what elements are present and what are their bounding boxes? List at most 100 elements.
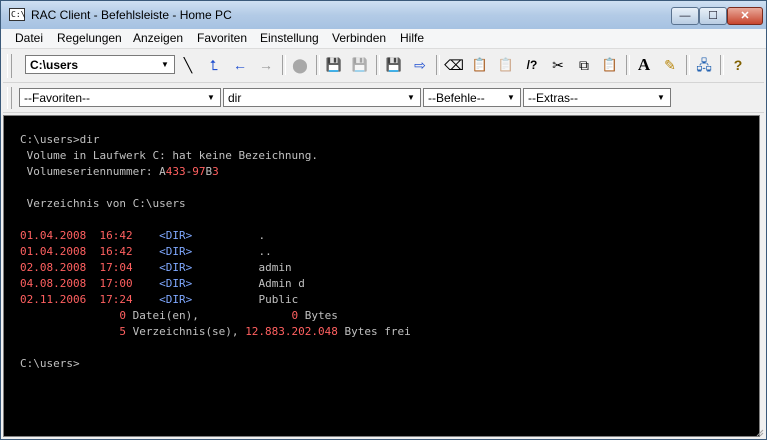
console-prompt-line: C:\users>dir (20, 133, 100, 146)
paste-command-icon[interactable]: 📋 (469, 54, 491, 76)
dir-entry-row: 04.08.2008 17:00 <DIR> Admin d (20, 276, 305, 292)
font-icon[interactable]: A (633, 54, 655, 76)
serial-part: 3 (212, 165, 219, 178)
maximize-button[interactable]: ☐ (699, 7, 727, 25)
parent-dir-icon[interactable]: ⮤ (203, 54, 225, 76)
path-combobox[interactable]: C:\users ▼ (25, 55, 175, 74)
title-bar[interactable]: C:\ RAC Client - Befehlsleiste - Home PC… (1, 1, 766, 29)
back-arrow-icon[interactable]: ← (229, 54, 251, 76)
entry-type: <DIR> (159, 229, 193, 242)
command-value: dir (228, 91, 242, 105)
entry-name: Admin d (258, 277, 305, 290)
entry-date: 02.11.2006 (20, 293, 87, 306)
dir-entry-row: 01.04.2008 16:42 <DIR> . (20, 228, 265, 244)
extras-dropdown[interactable]: --Extras-- ▼ (523, 88, 671, 107)
paste-output-icon[interactable]: 📋 (495, 54, 517, 76)
app-icon[interactable]: C:\ (9, 8, 25, 21)
toolbar-separator (282, 55, 286, 75)
chevron-down-icon[interactable]: ▼ (404, 90, 418, 105)
dir-entry-row: 02.11.2006 17:24 <DIR> Public (20, 292, 298, 308)
menu-verbinden[interactable]: Verbinden (332, 31, 386, 45)
network-icon[interactable]: 🖧 (693, 54, 715, 76)
cut-icon[interactable]: ✂ (547, 54, 569, 76)
serial-part: A (159, 165, 166, 178)
menu-datei[interactable]: Datei (15, 31, 43, 45)
toolbar-separator (720, 55, 724, 75)
console-output[interactable]: C:\users>dir Volume in Laufwerk C: hat k… (3, 115, 760, 437)
toolbar-separator (626, 55, 630, 75)
highlight-icon[interactable]: ✎ (659, 54, 681, 76)
command-toolbar: --Favoriten-- ▼ dir ▼ --Befehle-- ▼ --Ex… (3, 84, 764, 113)
entry-type: <DIR> (159, 245, 193, 258)
favorites-dropdown[interactable]: --Favoriten-- ▼ (19, 88, 221, 107)
paste-icon[interactable]: 📋 (599, 54, 621, 76)
befehle-value: --Befehle-- (428, 91, 485, 105)
close-button[interactable]: ✕ (727, 7, 763, 25)
bytes-label: Bytes (298, 309, 338, 322)
menu-anzeigen[interactable]: Anzeigen (133, 31, 183, 45)
entry-time: 16:42 (99, 245, 133, 258)
extras-value: --Extras-- (528, 91, 578, 105)
serial-label: Volumeseriennummer: (20, 165, 160, 178)
entry-name: . (258, 229, 266, 242)
dir-entry-row: 01.04.2008 16:42 <DIR> .. (20, 244, 272, 260)
serial-part: 433 (165, 165, 186, 178)
path-value: C:\users (30, 58, 79, 72)
stop-icon[interactable]: ⬤ (289, 54, 311, 76)
forward-arrow-icon[interactable]: → (255, 54, 277, 76)
befehle-dropdown[interactable]: --Befehle-- ▼ (423, 88, 521, 107)
menu-favoriten[interactable]: Favoriten (197, 31, 247, 45)
files-summary-line: 0 Datei(en), 0 Bytes (20, 308, 338, 324)
help-icon[interactable]: ? (727, 54, 749, 76)
menu-einstellung[interactable]: Einstellung (260, 31, 319, 45)
minimize-button[interactable]: — (671, 7, 699, 25)
free-label: Bytes frei (337, 325, 411, 338)
entry-time: 16:42 (99, 229, 133, 242)
main-toolbar: C:\users ▼ ╲ ⮤ ← → ⬤ 💾 💾 💾 ⇨ ⌫ 📋 📋 /? ✂ … (3, 50, 764, 83)
window-title: RAC Client - Befehlsleiste - Home PC (31, 8, 232, 22)
app-window: C:\ RAC Client - Befehlsleiste - Home PC… (0, 0, 767, 440)
menu-bar: Datei Regelungen Anzeigen Favoriten Eins… (1, 29, 766, 49)
favorites-value: --Favoriten-- (24, 91, 91, 105)
chevron-down-icon[interactable]: ▼ (504, 90, 518, 105)
chevron-down-icon[interactable]: ▼ (158, 57, 172, 72)
command-help-icon[interactable]: /? (521, 54, 543, 76)
files-label: Datei(en), (125, 309, 199, 322)
save-all-icon[interactable]: 💾 (349, 54, 371, 76)
dirs-label: Verzeichnis(se), (125, 325, 246, 338)
chevron-down-icon[interactable]: ▼ (204, 90, 218, 105)
entry-name: Public (258, 293, 299, 306)
export-icon[interactable]: ⇨ (409, 54, 431, 76)
console-dir-of-line: Verzeichnis von C:\users (20, 197, 186, 210)
save-icon[interactable]: 💾 (323, 54, 345, 76)
entry-time: 17:04 (99, 261, 133, 274)
console-prompt-line: C:\users> (20, 357, 80, 370)
entry-date: 01.04.2008 (20, 229, 87, 242)
menu-hilfe[interactable]: Hilfe (400, 31, 424, 45)
entry-type: <DIR> (159, 293, 193, 306)
toolbar-grip[interactable] (7, 87, 12, 109)
root-dir-icon[interactable]: ╲ (177, 54, 199, 76)
entry-name: admin (258, 261, 292, 274)
command-input[interactable]: dir ▼ (223, 88, 421, 107)
menu-regelungen[interactable]: Regelungen (57, 31, 122, 45)
entry-type: <DIR> (159, 261, 193, 274)
entry-date: 04.08.2008 (20, 277, 87, 290)
dirs-summary-line: 5 Verzeichnis(se), 12.883.202.048 Bytes … (20, 324, 411, 340)
free-bytes: 12.883.202.048 (245, 325, 338, 338)
toolbar-grip[interactable] (7, 54, 12, 78)
toolbar-separator (686, 55, 690, 75)
entry-name: .. (258, 245, 272, 258)
resize-grip-icon[interactable] (754, 427, 764, 437)
files-count: 0 (119, 309, 126, 322)
entry-time: 17:24 (99, 293, 133, 306)
eraser-icon[interactable]: ⌫ (443, 54, 465, 76)
chevron-down-icon[interactable]: ▼ (654, 90, 668, 105)
save-output-icon[interactable]: 💾 (383, 54, 405, 76)
dirs-count: 5 (119, 325, 126, 338)
entry-time: 17:00 (99, 277, 133, 290)
copy-icon[interactable]: ⧉ (573, 54, 595, 76)
serial-part: 97 (192, 165, 206, 178)
console-volume-line: Volume in Laufwerk C: hat keine Bezeichn… (20, 149, 319, 162)
toolbar-separator (436, 55, 440, 75)
